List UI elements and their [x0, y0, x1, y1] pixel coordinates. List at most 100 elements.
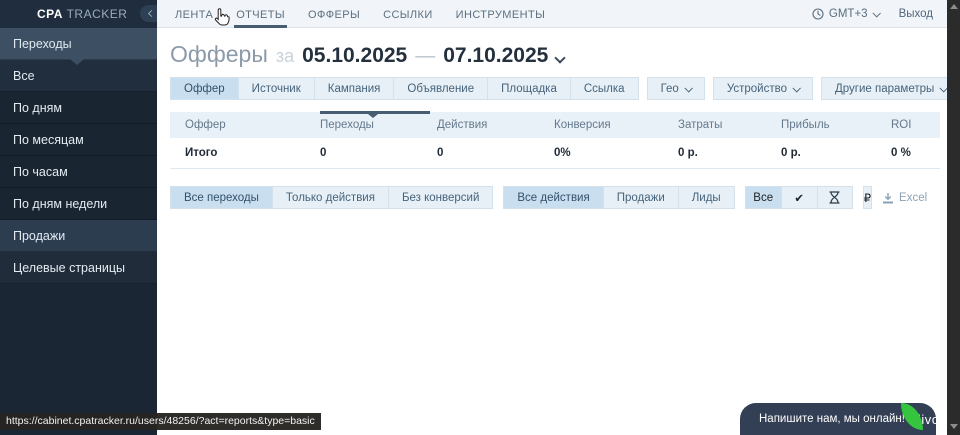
app-logo-bold: CPA: [37, 7, 63, 21]
active-tab-indicator: [234, 25, 287, 28]
button-label: Гео: [661, 83, 679, 95]
timezone-selector[interactable]: GMT+3: [812, 8, 879, 20]
no-conversions-button[interactable]: Без конверсий: [388, 186, 493, 209]
dimension-ad-button[interactable]: Объявление: [393, 77, 487, 100]
chevron-left-icon: [147, 10, 154, 17]
scroll-up-arrow-icon[interactable]: [950, 4, 958, 9]
nav-item-label: ОФФЕРЫ: [308, 9, 360, 21]
totals-dejstviya: 0: [437, 138, 554, 169]
button-label: Без конверсий: [402, 192, 479, 204]
sidebar-item-label: Продажи: [13, 229, 65, 243]
column-header-zatraty[interactable]: Затраты: [678, 112, 781, 138]
timezone-label: GMT+3: [829, 8, 868, 20]
column-header-dejstviya[interactable]: Действия: [437, 112, 554, 138]
check-icon: ✔: [794, 191, 804, 205]
sidebar-item-celevye-stranicy[interactable]: Целевые страницы: [0, 252, 157, 284]
sidebar-item-label: Переходы: [13, 37, 72, 51]
date-picker-chevron-icon[interactable]: [555, 52, 566, 63]
dimension-button-group: Оффер Источник Кампания Объявление Площа…: [170, 77, 639, 100]
all-actions-button[interactable]: Все действия: [503, 186, 602, 209]
column-header-perekhody[interactable]: Переходы: [320, 112, 437, 138]
status-all-button[interactable]: Все: [745, 186, 781, 209]
totals-label: Итого: [170, 138, 320, 169]
nav-item-label: ЛЕНТА: [175, 9, 213, 21]
page-title: Офферы: [170, 41, 268, 68]
active-section-notch: [70, 59, 84, 65]
actions-filter-group: Все действия Продажи Лиды: [503, 186, 734, 209]
nav-items: ЛЕНТА ОТЧЕТЫ ОФФЕРЫ ССЫЛКИ ИНСТРУМЕНТЫ: [157, 1, 545, 27]
nav-item-label: ОТЧЕТЫ: [236, 9, 285, 21]
button-label: Только действия: [286, 192, 375, 204]
sidebar-item-po-dnyam-nedeli[interactable]: По дням недели: [0, 188, 157, 220]
date-from[interactable]: 05.10.2025: [302, 44, 407, 68]
sidebar-item-po-chasam[interactable]: По часам: [0, 156, 157, 188]
vertical-scrollbar[interactable]: [947, 0, 960, 435]
status-paid-button[interactable]: ₽: [863, 186, 872, 209]
column-header-offer[interactable]: Оффер: [170, 112, 320, 138]
only-actions-button[interactable]: Только действия: [272, 186, 388, 209]
sidebar-item-label: По часам: [13, 165, 68, 179]
sort-indicator-arrow-icon: [368, 114, 378, 118]
link-url-statusbar: https://cabinet.cpatracker.ru/users/4825…: [0, 413, 321, 430]
button-label: Продажи: [617, 192, 665, 204]
sidebar-item-perekhody[interactable]: Переходы: [0, 28, 157, 60]
sidebar-item-label: По дням: [13, 101, 62, 115]
chat-message: Напишите нам, мы онлайн!: [759, 413, 905, 425]
clock-icon: [812, 8, 824, 20]
nav-item-lenta[interactable]: ЛЕНТА: [175, 1, 213, 27]
app-logo[interactable]: CPA TRACKER: [37, 7, 127, 21]
jivo-leaf-icon: [901, 403, 923, 430]
button-label: Площадка: [501, 83, 557, 95]
column-header-pribyl[interactable]: Прибыль: [781, 112, 891, 138]
sidebar-item-po-mesyacam[interactable]: По месяцам: [0, 124, 157, 156]
sidebar-item-po-dnyam[interactable]: По дням: [0, 92, 157, 124]
dimension-offer-button[interactable]: Оффер: [170, 77, 238, 100]
button-label: Все переходы: [184, 192, 259, 204]
top-navigation-bar: ЛЕНТА ОТЧЕТЫ ОФФЕРЫ ССЫЛКИ ИНСТРУМЕНТЫ G…: [157, 0, 947, 28]
date-to[interactable]: 07.10.2025: [443, 44, 548, 68]
button-label: Все: [753, 192, 773, 204]
button-label: Оффер: [184, 83, 225, 95]
sidebar-header: CPA TRACKER: [0, 0, 157, 28]
sidebar-item-label: По дням недели: [13, 197, 107, 211]
scroll-down-arrow-icon[interactable]: [950, 424, 958, 429]
nav-item-instrumenty[interactable]: ИНСТРУМЕНТЫ: [456, 1, 546, 27]
totals-perekhody: 0: [320, 138, 437, 169]
totals-pribyl: 0 р.: [781, 138, 891, 169]
dimension-source-button[interactable]: Источник: [238, 77, 314, 100]
all-transitions-button[interactable]: Все переходы: [170, 186, 272, 209]
nav-item-ssylki[interactable]: ССЫЛКИ: [383, 1, 433, 27]
status-approved-button[interactable]: ✔: [781, 186, 817, 209]
app-logo-rest: TRACKER: [67, 7, 128, 21]
geo-dropdown-button[interactable]: Гео: [647, 77, 705, 100]
sidebar-item-prodazhi[interactable]: Продажи: [0, 220, 157, 252]
totals-roi: 0 %: [891, 138, 940, 169]
other-params-dropdown-button[interactable]: Другие параметры: [821, 77, 960, 100]
transitions-filter-group: Все переходы Только действия Без конверс…: [170, 186, 493, 209]
chevron-down-icon: [792, 84, 800, 92]
date-range-dash: —: [415, 45, 435, 68]
export-excel-link[interactable]: Excel: [882, 192, 927, 204]
status-pending-button[interactable]: [817, 186, 853, 209]
sidebar: CPA TRACKER Переходы Все По дням По меся…: [0, 0, 157, 435]
chat-widget[interactable]: Напишите нам, мы онлайн! jivo: [740, 403, 936, 435]
sales-button[interactable]: Продажи: [603, 186, 678, 209]
column-header-konversiya[interactable]: Конверсия: [554, 112, 678, 138]
dimension-placement-button[interactable]: Площадка: [487, 77, 570, 100]
download-icon: [882, 192, 894, 204]
chevron-down-icon: [872, 9, 880, 17]
leads-button[interactable]: Лиды: [678, 186, 735, 209]
table-row-totals: Итого 0 0 0% 0 р. 0 р. 0 %: [170, 138, 940, 169]
sidebar-item-label: Целевые страницы: [13, 261, 125, 275]
dimension-campaign-button[interactable]: Кампания: [314, 77, 394, 100]
logout-link[interactable]: Выход: [899, 8, 933, 20]
page-title-preposition: за: [276, 46, 294, 67]
nav-item-otchety[interactable]: ОТЧЕТЫ: [236, 1, 285, 27]
nav-item-offery[interactable]: ОФФЕРЫ: [308, 1, 360, 27]
dimension-link-button[interactable]: Ссылка: [570, 77, 639, 100]
button-label: Устройство: [727, 83, 787, 95]
column-header-roi[interactable]: ROI: [891, 112, 940, 138]
device-dropdown-button[interactable]: Устройство: [713, 77, 813, 100]
page-header: Офферы за 05.10.2025 — 07.10.2025: [170, 41, 947, 68]
report-table-wrap: Оффер Переходы Действия Конверсия Затрат…: [170, 112, 940, 169]
